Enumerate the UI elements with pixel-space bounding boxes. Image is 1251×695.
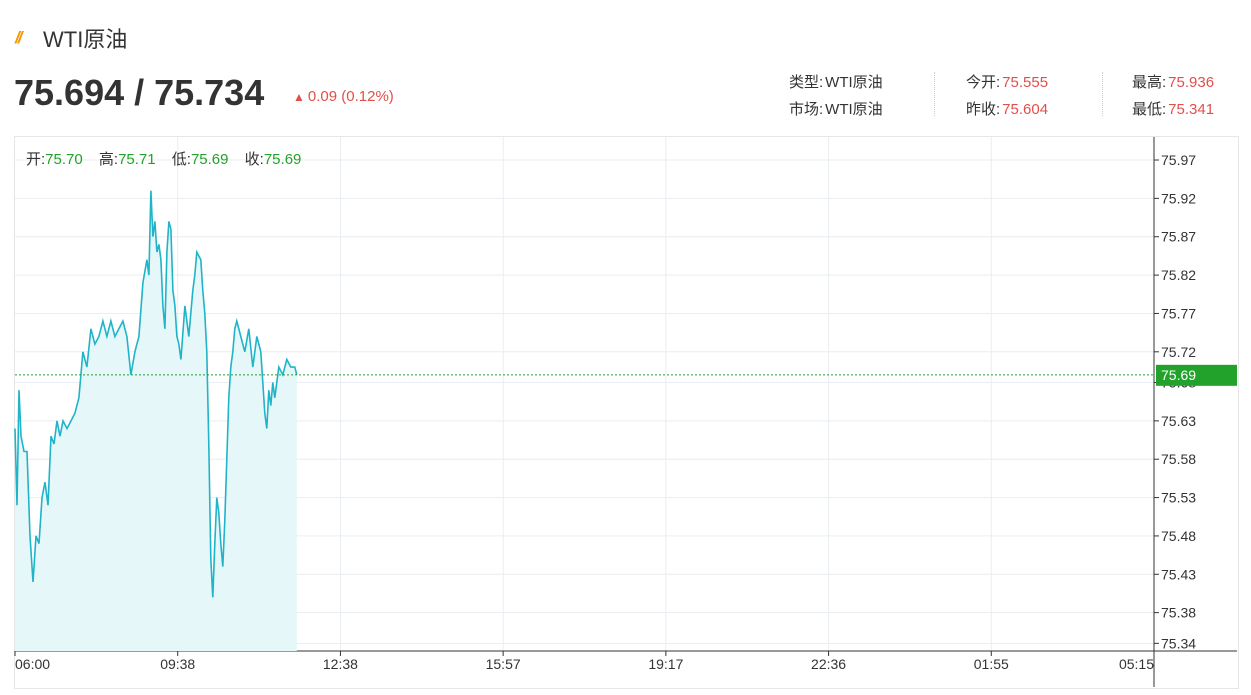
ohlc-readout: 开:75.70 高:75.71 低:75.69 收:75.69 xyxy=(26,148,301,169)
y-tick-label: 75.53 xyxy=(1161,490,1196,506)
y-tick-label: 75.34 xyxy=(1161,635,1196,651)
x-tick-label: 12:38 xyxy=(323,656,358,672)
ohlc-high-label: 高: xyxy=(98,151,119,168)
ohlc-close-label: 收: xyxy=(244,151,264,168)
x-tick-label: 01:55 xyxy=(974,656,1009,672)
x-tick-label: 22:36 xyxy=(811,656,846,672)
x-tick-label: 19:17 xyxy=(648,656,683,672)
ohlc-open-label: 开: xyxy=(26,151,46,168)
y-tick-label: 75.82 xyxy=(1161,267,1196,283)
x-tick-label: 09:38 xyxy=(160,656,195,672)
y-tick-label: 75.72 xyxy=(1161,344,1196,360)
ohlc-low-value: 75.69 xyxy=(190,151,229,168)
y-tick-label: 75.43 xyxy=(1161,566,1196,582)
ohlc-close-value: 75.69 xyxy=(263,151,302,168)
y-tick-label: 75.97 xyxy=(1161,152,1196,168)
price-chart[interactable]: 75.9775.9275.8775.8275.7775.7275.6875.63… xyxy=(0,0,1251,695)
ohlc-high-value: 75.71 xyxy=(118,151,156,168)
y-tick-label: 75.92 xyxy=(1161,190,1196,206)
ohlc-open-value: 75.70 xyxy=(45,151,83,168)
ohlc-low-label: 低: xyxy=(171,151,191,168)
y-tick-label: 75.48 xyxy=(1161,528,1196,544)
y-tick-label: 75.77 xyxy=(1161,305,1196,321)
x-tick-label: 05:15 xyxy=(1119,656,1154,672)
x-tick-label: 15:57 xyxy=(486,656,521,672)
y-tick-label: 75.58 xyxy=(1161,451,1196,467)
y-tick-label: 75.63 xyxy=(1161,413,1196,429)
y-tick-label: 75.87 xyxy=(1161,229,1196,245)
y-tick-label: 75.38 xyxy=(1161,605,1196,621)
current-price-label: 75.69 xyxy=(1161,367,1196,383)
x-tick-label: 06:00 xyxy=(15,656,50,672)
